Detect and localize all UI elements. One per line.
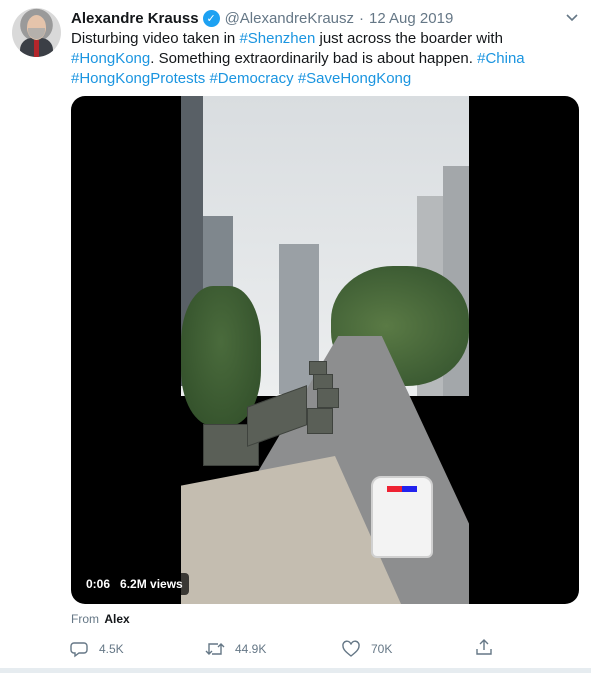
hashtag-link[interactable]: #HongKong <box>71 50 150 67</box>
source-prefix: From <box>71 612 99 626</box>
reply-icon <box>69 639 89 659</box>
tweet-header: Alexandre Krauss ✓ @AlexandreKrausz · 12… <box>71 8 453 28</box>
tweet: Alexandre Krauss ✓ @AlexandreKrausz · 12… <box>0 0 591 673</box>
avatar[interactable] <box>12 8 61 57</box>
user-handle[interactable]: @AlexandreKrausz <box>225 10 354 27</box>
video-views: 6.2M views <box>120 577 183 591</box>
tweet-text-segment: just across the boarder with <box>315 30 503 47</box>
heart-icon <box>341 639 361 659</box>
source-name-link[interactable]: Alex <box>104 612 129 626</box>
reply-button[interactable]: 4.5K <box>63 639 199 659</box>
video-frame <box>181 96 469 604</box>
tweet-actions: 4.5K 44.9K 70K <box>63 638 573 660</box>
hashtag-link[interactable]: #Democracy <box>209 70 293 87</box>
chevron-down-icon[interactable] <box>563 10 581 28</box>
tweet-date[interactable]: 12 Aug 2019 <box>369 10 453 27</box>
retweet-button[interactable]: 44.9K <box>199 639 335 659</box>
tweet-text: Disturbing video taken in #Shenzhen just… <box>71 29 571 89</box>
video-info: 0:06 6.2M views <box>80 573 189 595</box>
hashtag-link[interactable]: #HongKongProtests <box>71 70 205 87</box>
display-name[interactable]: Alexandre Krauss <box>71 10 199 27</box>
verified-badge-icon: ✓ <box>202 9 220 27</box>
hashtag-link[interactable]: #SaveHongKong <box>298 70 411 87</box>
retweet-count: 44.9K <box>235 642 267 656</box>
like-button[interactable]: 70K <box>335 639 471 659</box>
separator: · <box>359 9 365 27</box>
reply-count: 4.5K <box>99 642 124 656</box>
retweet-icon <box>205 639 225 659</box>
share-icon <box>475 638 493 661</box>
like-count: 70K <box>371 642 393 656</box>
video-source: From Alex <box>71 612 130 628</box>
video-duration: 0:06 <box>86 577 111 591</box>
divider <box>0 668 591 673</box>
video-player[interactable] <box>71 96 579 604</box>
tweet-text-segment: Disturbing video taken in <box>71 30 240 47</box>
tweet-text-segment: . Something extraordinarily bad is about… <box>150 50 478 67</box>
share-button[interactable] <box>475 638 493 661</box>
hashtag-link[interactable]: #Shenzhen <box>239 30 315 47</box>
hashtag-link[interactable]: #China <box>477 50 525 67</box>
